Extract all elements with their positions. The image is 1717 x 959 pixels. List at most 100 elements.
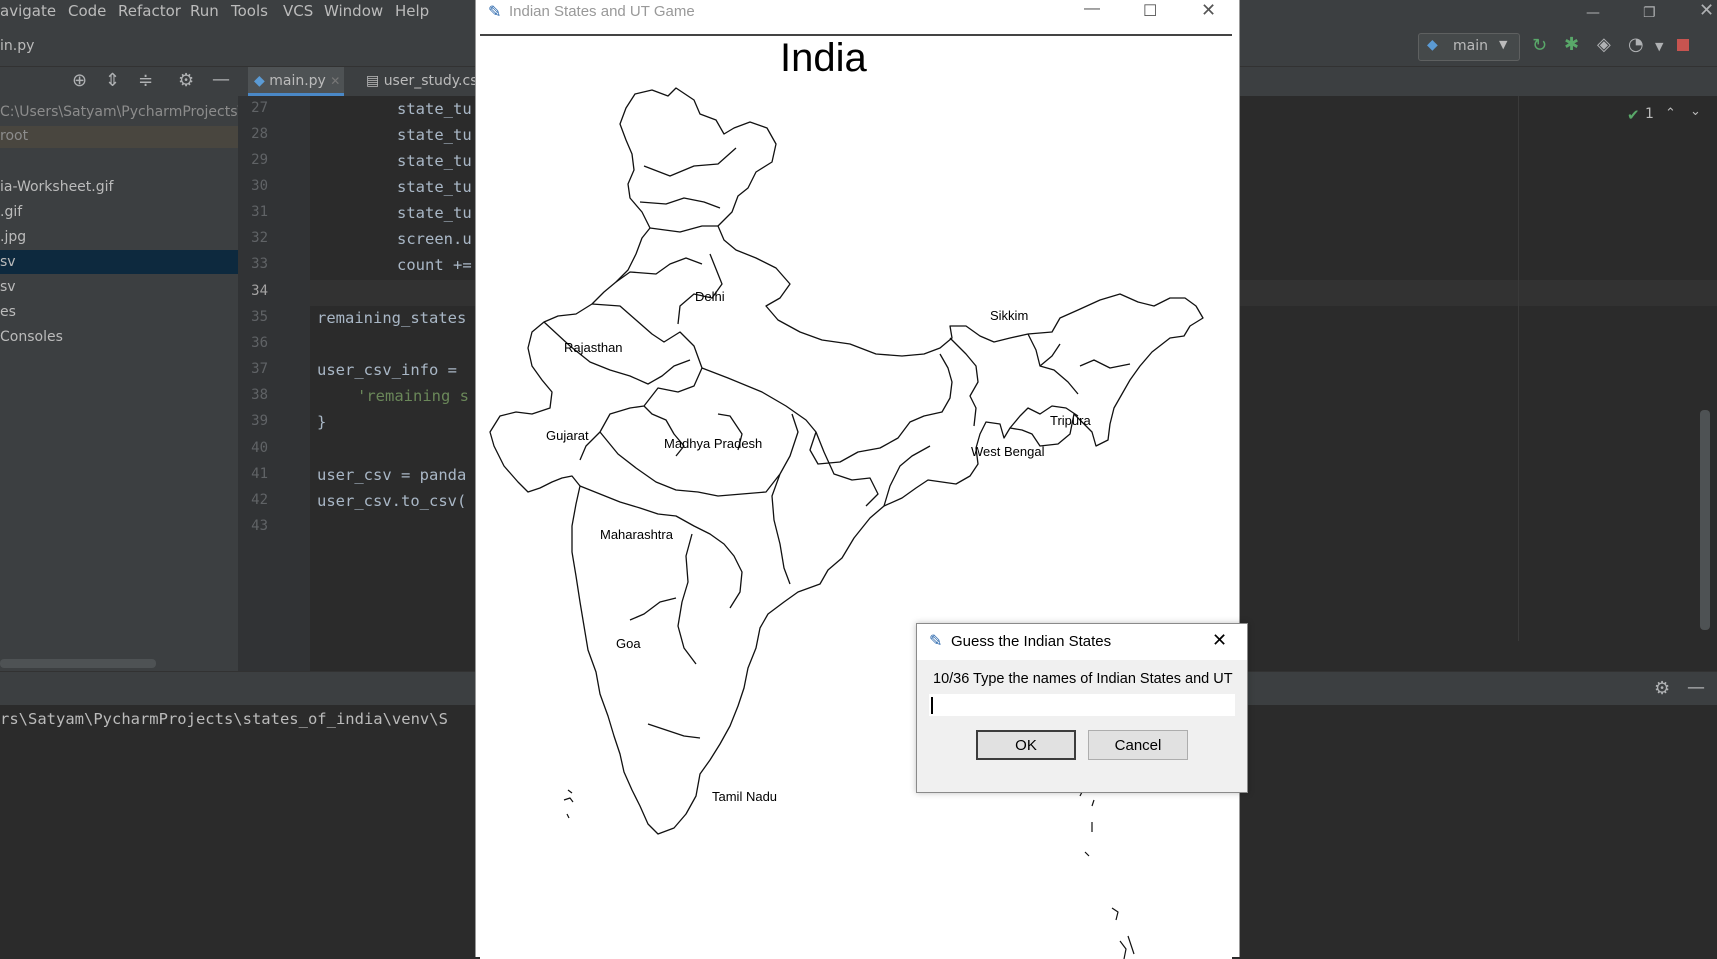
project-path[interactable]: C:\Users\Satyam\PycharmProjects\: [0, 104, 242, 120]
tree-item-jpg[interactable]: .jpg: [0, 229, 26, 245]
state-label-sikkim: Sikkim: [990, 308, 1029, 323]
code-line: 'remaining s: [357, 387, 469, 405]
menu-vcs[interactable]: VCS: [283, 2, 313, 20]
chevron-down-icon: ▼: [1499, 38, 1508, 51]
chevron-down-icon[interactable]: ⌄: [1690, 104, 1701, 119]
profile-icon[interactable]: ◔: [1628, 36, 1644, 54]
gear-icon[interactable]: ⚙: [178, 72, 194, 90]
tree-item-libraries[interactable]: es: [0, 304, 16, 320]
line-number: 29: [251, 152, 268, 168]
maximize-icon[interactable]: ☐: [1143, 1, 1157, 21]
line-number: 30: [251, 178, 268, 194]
run-config-select[interactable]: ◆ main ▼: [1418, 33, 1520, 61]
state-label-tripura: Tripura: [1050, 413, 1091, 428]
more-run-chevron-icon[interactable]: ▼: [1655, 38, 1663, 56]
rerun-icon[interactable]: ↻: [1532, 37, 1547, 55]
tree-item-csv[interactable]: sv: [0, 279, 16, 295]
hide-panel-icon[interactable]: —: [1687, 679, 1705, 697]
line-number: 27: [251, 100, 268, 116]
game-window-titlebar[interactable]: ✎ Indian States and UT Game — ☐ ✕: [476, 0, 1239, 24]
code-line: state_tu: [397, 178, 472, 196]
line-number: 28: [251, 126, 268, 142]
state-label-maharashtra: Maharashtra: [600, 527, 673, 542]
line-number: 40: [251, 440, 268, 456]
collapse-all-icon[interactable]: ≑: [138, 72, 153, 90]
run-config-label: main: [1453, 38, 1488, 54]
code-line: user_csv.to_csv(: [317, 492, 467, 510]
tab-label: user_study.cs: [383, 73, 478, 89]
locate-icon[interactable]: ⊕: [72, 72, 87, 90]
code-line: state_tu: [397, 100, 472, 118]
line-number: 39: [251, 413, 268, 429]
editor-scrollbar[interactable]: [1700, 410, 1710, 630]
line-number: 43: [251, 518, 268, 534]
feather-icon: ✎: [488, 4, 502, 21]
hide-panel-icon[interactable]: —: [212, 71, 230, 89]
minimize-icon[interactable]: —: [1084, 0, 1100, 18]
tree-root[interactable]: root: [0, 128, 28, 144]
close-tab-icon[interactable]: ✕: [330, 74, 340, 88]
menu-code[interactable]: Code: [68, 2, 106, 20]
debug-icon[interactable]: ✱: [1564, 36, 1579, 54]
ok-button[interactable]: OK: [976, 730, 1076, 760]
close-icon[interactable]: ✕: [1699, 2, 1714, 20]
line-number: 35: [251, 309, 268, 325]
state-name-input[interactable]: [929, 694, 1235, 716]
line-number: 33: [251, 256, 268, 272]
close-icon[interactable]: ✕: [1212, 630, 1227, 651]
code-line: state_tu: [397, 204, 472, 222]
dialog-titlebar[interactable]: ✎ Guess the Indian States ✕: [917, 624, 1247, 660]
state-label-madhya-pradesh: Madhya Pradesh: [664, 436, 763, 451]
state-label-rajasthan: Rajasthan: [564, 340, 623, 355]
game-window-title: Indian States and UT Game: [509, 3, 695, 20]
line-number: 37: [251, 361, 268, 377]
menu-tools[interactable]: Tools: [231, 2, 268, 20]
state-label-west-bengal: West Bengal: [971, 444, 1045, 459]
code-line: count +=: [397, 256, 472, 274]
breadcrumb[interactable]: in.py: [0, 38, 34, 54]
chevron-up-icon[interactable]: ⌃: [1665, 106, 1676, 121]
guess-dialog: ✎ Guess the Indian States ✕ 10/36 Type t…: [916, 623, 1248, 793]
map-canvas[interactable]: India Delhi Sikkim Rajasthan Tripura Guj…: [480, 34, 1232, 959]
stop-icon[interactable]: [1677, 39, 1689, 51]
code-line: user_csv_info =: [317, 361, 467, 379]
text-caret: [931, 697, 933, 714]
python-file-icon: ◆: [254, 73, 265, 89]
menu-refactor[interactable]: Refactor: [118, 2, 181, 20]
inspection-count: 1: [1645, 106, 1654, 122]
menu-help[interactable]: Help: [395, 2, 429, 20]
code-line: remaining_states: [317, 309, 467, 327]
minimize-icon[interactable]: —: [1586, 4, 1600, 22]
restore-icon[interactable]: ❐: [1643, 4, 1656, 22]
tree-item-worksheet[interactable]: ia-Worksheet.gif: [0, 179, 113, 195]
close-icon[interactable]: ✕: [1201, 0, 1216, 21]
project-scrollbar[interactable]: [0, 659, 156, 668]
line-number: 31: [251, 204, 268, 220]
project-toolbar: ⊕ ⇕ ≑ ⚙ —: [0, 67, 238, 97]
state-label-tamil-nadu: Tamil Nadu: [712, 789, 778, 804]
menu-navigate[interactable]: avigate: [0, 2, 56, 20]
expand-all-icon[interactable]: ⇕: [105, 72, 120, 90]
cancel-button[interactable]: Cancel: [1088, 730, 1188, 760]
tab-main-py[interactable]: ◆ main.py ✕: [248, 67, 344, 96]
feather-icon: ✎: [929, 633, 943, 650]
tree-selection: [0, 250, 238, 274]
tab-user-study[interactable]: ▤ user_study.cs: [366, 67, 478, 96]
tab-label: main.py: [269, 73, 326, 89]
line-number: 41: [251, 466, 268, 482]
code-line: screen.u: [397, 230, 472, 248]
coverage-icon[interactable]: ◈: [1597, 36, 1611, 54]
code-line: user_csv = panda: [317, 466, 467, 484]
console-output: rs\Satyam\PycharmProjects\states_of_indi…: [0, 710, 448, 728]
tree-item-consoles[interactable]: Consoles: [0, 329, 63, 345]
code-line: }: [317, 413, 327, 431]
menu-window[interactable]: Window: [324, 2, 383, 20]
menu-run[interactable]: Run: [190, 2, 219, 20]
tree-item-csv-selected[interactable]: sv: [0, 254, 16, 270]
tree-item-gif[interactable]: .gif: [0, 204, 22, 220]
line-number: 42: [251, 492, 268, 508]
python-icon: ◆: [1427, 37, 1438, 53]
line-number: 36: [251, 335, 268, 351]
gear-icon[interactable]: ⚙: [1654, 680, 1670, 698]
inspection-ok-icon[interactable]: ✔: [1627, 106, 1640, 124]
